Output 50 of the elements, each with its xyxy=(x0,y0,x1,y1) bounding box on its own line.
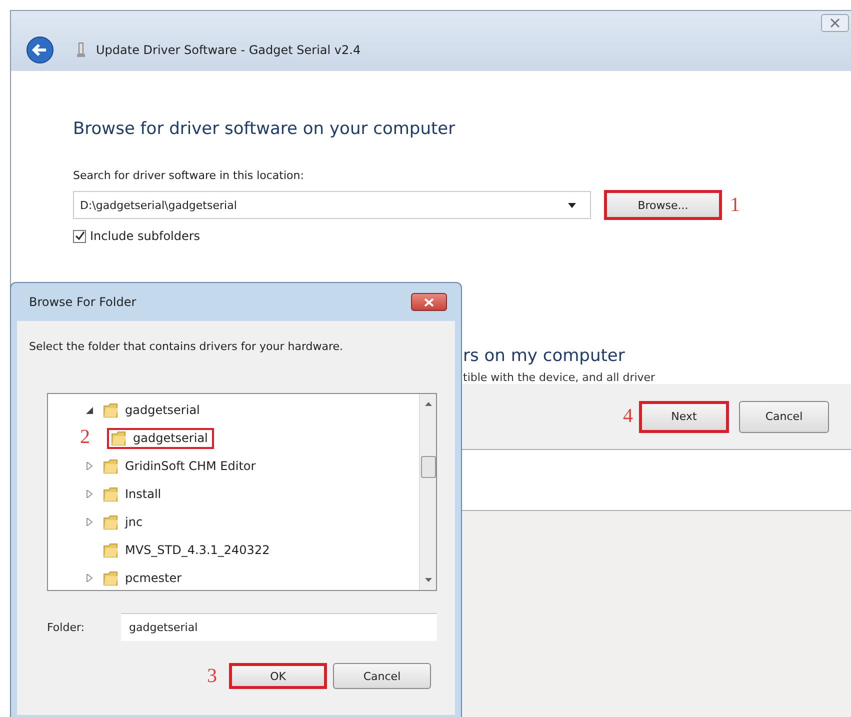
folder-item[interactable]: MVS_STD_4.3.1_240322 xyxy=(99,540,276,560)
include-subfolders-checkbox[interactable] xyxy=(73,230,86,242)
folder-item[interactable]: jnc xyxy=(99,512,149,532)
checkbox-label: Include subfolders xyxy=(90,229,200,243)
page-heading: Browse for driver software on your computer xyxy=(73,119,456,139)
close-icon xyxy=(424,298,434,306)
callout-number: 2 xyxy=(80,426,90,449)
cancel-button[interactable]: Cancel xyxy=(739,400,829,432)
ok-button[interactable]: OK xyxy=(229,663,327,689)
close-button[interactable] xyxy=(821,14,849,32)
location-label: Search for driver software in this location: xyxy=(73,169,305,182)
scroll-up-arrow-icon[interactable] xyxy=(424,402,432,406)
window-title: Update Driver Software - Gadget Serial v2.4 xyxy=(96,43,361,57)
folder-icon xyxy=(103,458,119,474)
cancel-button[interactable]: Cancel xyxy=(333,663,431,689)
collapsed-arrow-icon[interactable] xyxy=(86,462,93,470)
folder-item[interactable]: gadgetserial xyxy=(99,400,206,420)
folder-icon xyxy=(111,430,127,446)
dropdown-caret-icon xyxy=(568,202,576,208)
location-combo-field[interactable]: D:\gadgetserial\gadgetserial xyxy=(73,191,591,219)
close-icon xyxy=(829,18,841,28)
collapsed-arrow-icon[interactable] xyxy=(86,518,93,526)
folder-icon xyxy=(103,402,119,418)
option-description: tible with the device, and all driver xyxy=(463,371,656,384)
scrollbar[interactable] xyxy=(419,394,436,590)
folder-item[interactable]: GridinSoft CHM Editor xyxy=(99,456,262,476)
callout-number: 1 xyxy=(730,194,740,216)
close-button[interactable] xyxy=(411,293,447,311)
folder-item[interactable]: Install xyxy=(99,484,168,504)
folder-item[interactable]: gadgetserial xyxy=(107,428,214,448)
device-icon xyxy=(76,42,86,58)
folder-icon xyxy=(103,514,119,530)
scrollbar-thumb[interactable] xyxy=(420,456,436,478)
callout-number: 4 xyxy=(623,405,633,428)
browse-button[interactable]: Browse... xyxy=(604,190,722,220)
option-title[interactable]: rs on my computer xyxy=(463,346,851,366)
expanded-arrow-icon[interactable] xyxy=(86,406,93,414)
folder-icon xyxy=(103,542,119,558)
collapsed-arrow-icon[interactable] xyxy=(86,490,93,498)
scroll-down-arrow-icon[interactable] xyxy=(424,578,432,582)
folder-label: Folder: xyxy=(47,620,86,634)
folder-field[interactable]: gadgetserial xyxy=(121,613,437,641)
callout-number: 3 xyxy=(207,664,217,688)
next-button[interactable]: Next xyxy=(639,400,729,432)
dialog-instruction: Select the folder that contains drivers for your hardware. xyxy=(29,340,344,353)
folder-icon xyxy=(103,570,119,586)
dialog-title: Browse For Folder xyxy=(29,295,136,309)
collapsed-arrow-icon[interactable] xyxy=(86,574,93,582)
folder-icon xyxy=(103,486,119,502)
folder-item[interactable]: pcmester xyxy=(99,568,188,588)
